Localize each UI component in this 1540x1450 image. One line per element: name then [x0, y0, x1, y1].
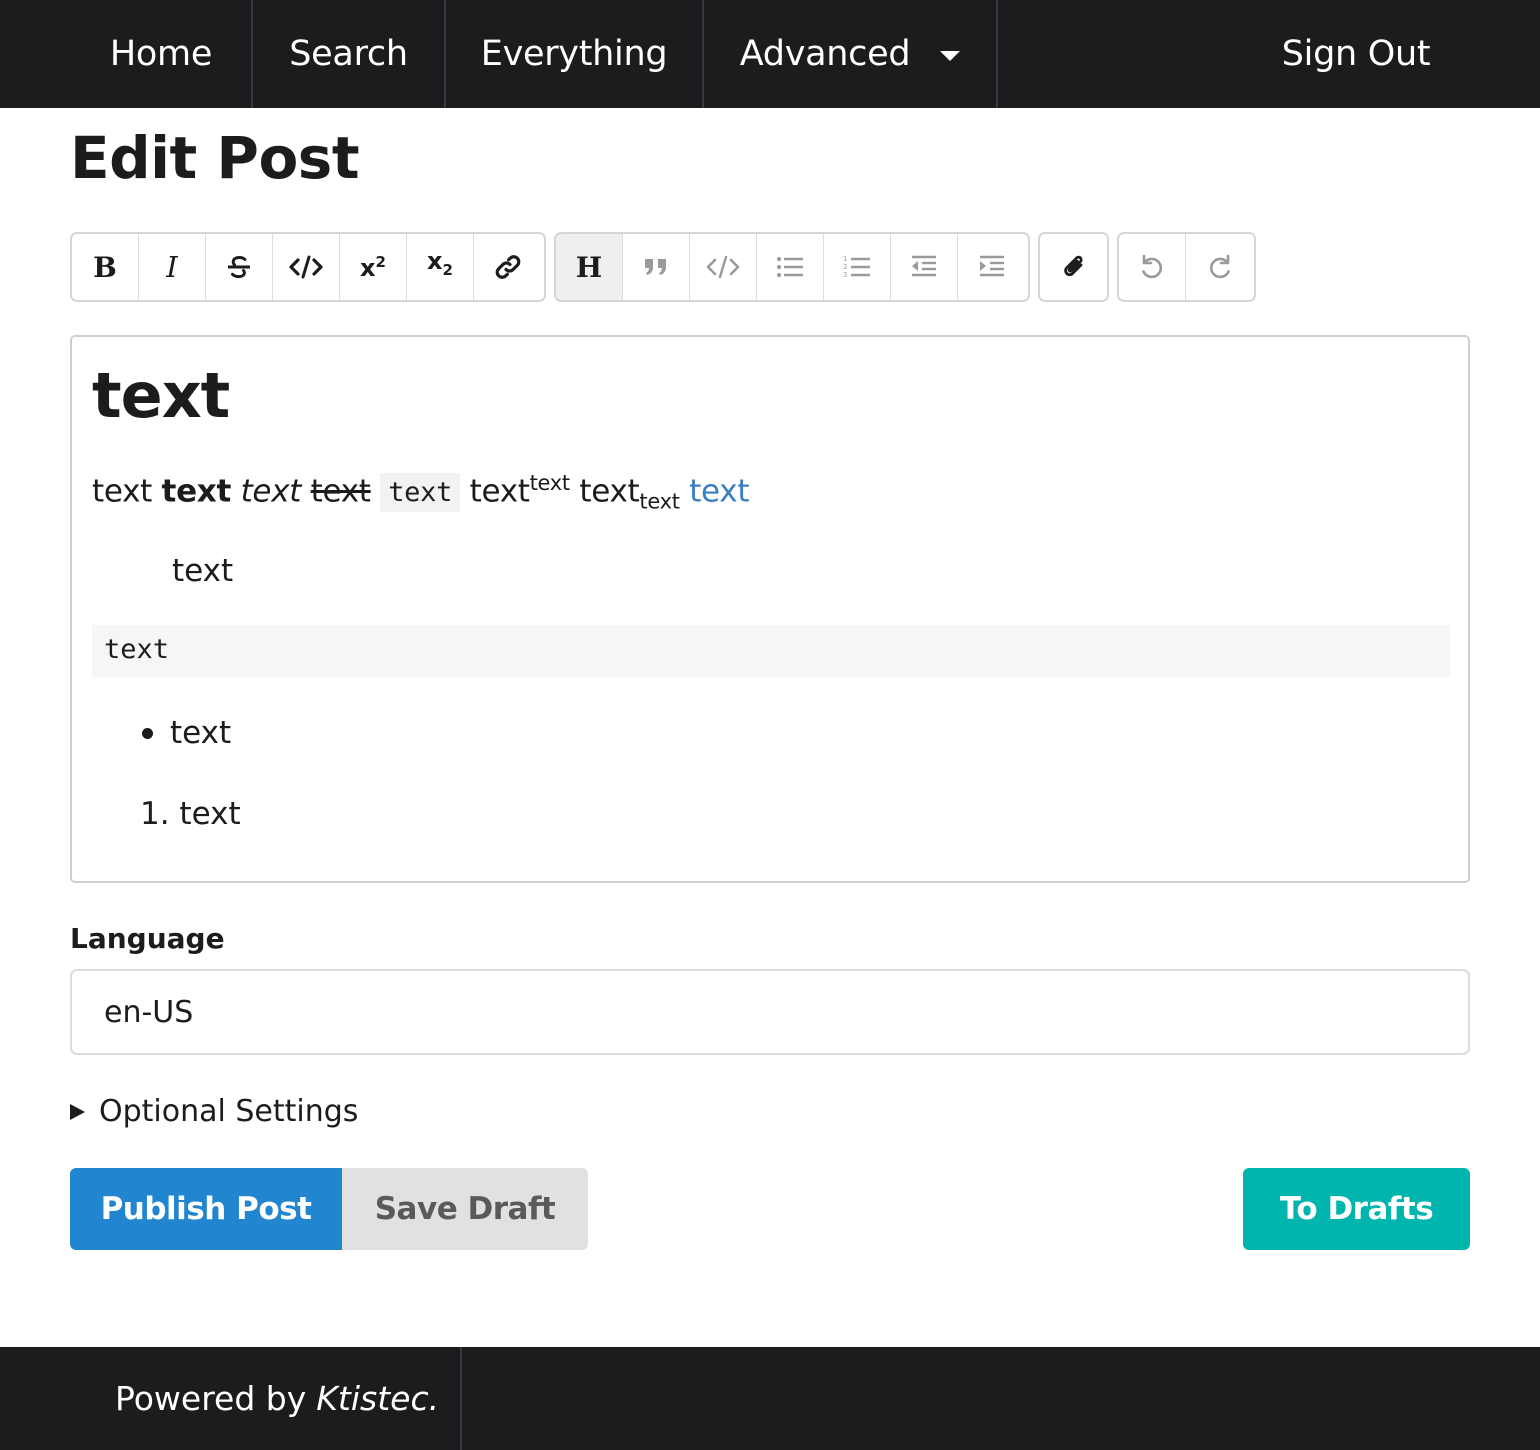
bold-button[interactable]: B	[72, 234, 139, 300]
svg-text:3: 3	[843, 271, 847, 279]
footer-prefix: Powered by	[115, 1379, 307, 1418]
footer-powered-by: Powered by Ktistec.	[115, 1347, 439, 1450]
code-block-button[interactable]	[690, 234, 757, 300]
italic-icon: I	[166, 250, 178, 284]
subscript-icon: x2	[427, 247, 453, 279]
strikethrough-text: text	[310, 473, 371, 510]
svg-text:2: 2	[843, 263, 847, 271]
footer-divider	[460, 1347, 462, 1450]
editor-blockquote: text	[172, 553, 234, 589]
bullet-list-button[interactable]	[757, 234, 824, 300]
editor-code-block: text	[92, 625, 1450, 677]
publish-post-button[interactable]: Publish Post	[70, 1168, 342, 1250]
numbered-list-icon: 123	[843, 255, 870, 279]
link-text[interactable]: text	[689, 473, 749, 509]
to-drafts-button[interactable]: To Drafts	[1243, 1168, 1470, 1250]
nav-sign-out-label: Sign Out	[1281, 34, 1431, 74]
language-label: Language	[70, 922, 225, 955]
nav-everything[interactable]: Everything	[446, 0, 702, 108]
code-icon	[289, 255, 323, 279]
bullet-item-text: text	[170, 715, 232, 751]
outdent-button[interactable]	[891, 234, 958, 300]
italic-text: text	[240, 473, 302, 510]
subscript-text: text	[639, 489, 680, 514]
top-nav: Home Search Everything Advanced Sign Out	[0, 0, 1540, 108]
language-input[interactable]	[70, 969, 1470, 1055]
footer-brand-link[interactable]: Ktistec.	[316, 1379, 439, 1418]
superscript-text: text	[529, 471, 571, 495]
footer: Powered by Ktistec.	[0, 1347, 1540, 1450]
toolbar-history-tools	[1117, 232, 1256, 302]
editor-bullet-item: text	[142, 715, 231, 751]
indent-button[interactable]	[958, 234, 1025, 300]
attach-icon	[1063, 255, 1083, 277]
undo-button[interactable]	[1119, 234, 1186, 300]
code-block-icon	[706, 255, 740, 279]
numbered-list-button[interactable]: 123	[824, 234, 891, 300]
editor-inline-formatting-line: text text text text text texttext textte…	[92, 471, 749, 514]
strikethrough-button[interactable]	[206, 234, 273, 300]
inline-code-text: text	[380, 473, 461, 513]
quote-icon	[645, 259, 666, 275]
bold-icon: B	[93, 250, 117, 284]
redo-button[interactable]	[1186, 234, 1253, 300]
strikethrough-icon	[228, 255, 250, 279]
redo-icon	[1209, 254, 1230, 279]
link-icon	[495, 255, 520, 279]
toolbar-text-tools: B I x2 x2	[70, 232, 546, 302]
nav-home[interactable]: Home	[70, 0, 252, 108]
heading-button[interactable]: H	[556, 234, 623, 300]
nav-advanced-label: Advanced	[739, 34, 911, 74]
svg-text:1: 1	[843, 255, 847, 263]
nav-advanced-dropdown[interactable]: Advanced	[704, 0, 996, 108]
code-button[interactable]	[273, 234, 340, 300]
nav-home-label: Home	[109, 34, 213, 74]
nav-sign-out[interactable]: Sign Out	[1262, 0, 1450, 108]
italic-button[interactable]: I	[139, 234, 206, 300]
plain-text: text	[92, 473, 152, 510]
subscript-base-text: text	[579, 473, 640, 510]
superscript-base-text: text	[469, 473, 530, 510]
subscript-button[interactable]: x2	[407, 234, 474, 300]
quote-button[interactable]	[623, 234, 690, 300]
nav-everything-label: Everything	[480, 34, 668, 74]
undo-icon	[1142, 254, 1163, 279]
optional-settings-toggle[interactable]: Optional Settings	[70, 1094, 358, 1129]
indent-icon	[979, 255, 1004, 277]
superscript-icon: x2	[360, 252, 386, 282]
attach-file-button[interactable]	[1040, 234, 1107, 300]
toolbar-block-tools: H 123	[554, 232, 1030, 302]
rich-text-editor[interactable]: text text text text text text texttext t…	[70, 335, 1470, 883]
optional-settings-label: Optional Settings	[99, 1094, 359, 1129]
save-draft-button[interactable]: Save Draft	[342, 1168, 588, 1250]
outdent-icon	[912, 255, 936, 277]
triangle-right-icon	[70, 1103, 85, 1120]
nav-divider	[996, 0, 998, 108]
page-title: Edit Post	[70, 124, 360, 192]
superscript-button[interactable]: x2	[340, 234, 407, 300]
bullet-list-icon	[777, 257, 803, 277]
nav-search[interactable]: Search	[253, 0, 444, 108]
nav-search-label: Search	[289, 34, 408, 74]
caret-down-icon	[940, 51, 961, 61]
editor-numbered-item: 1. text	[140, 796, 241, 832]
toolbar-file-tools	[1038, 232, 1109, 302]
bold-text: text	[161, 473, 232, 510]
link-button[interactable]	[474, 234, 541, 300]
editor-heading: text	[92, 359, 230, 432]
bullet-dot-icon	[142, 727, 153, 739]
heading-icon: H	[575, 250, 603, 284]
